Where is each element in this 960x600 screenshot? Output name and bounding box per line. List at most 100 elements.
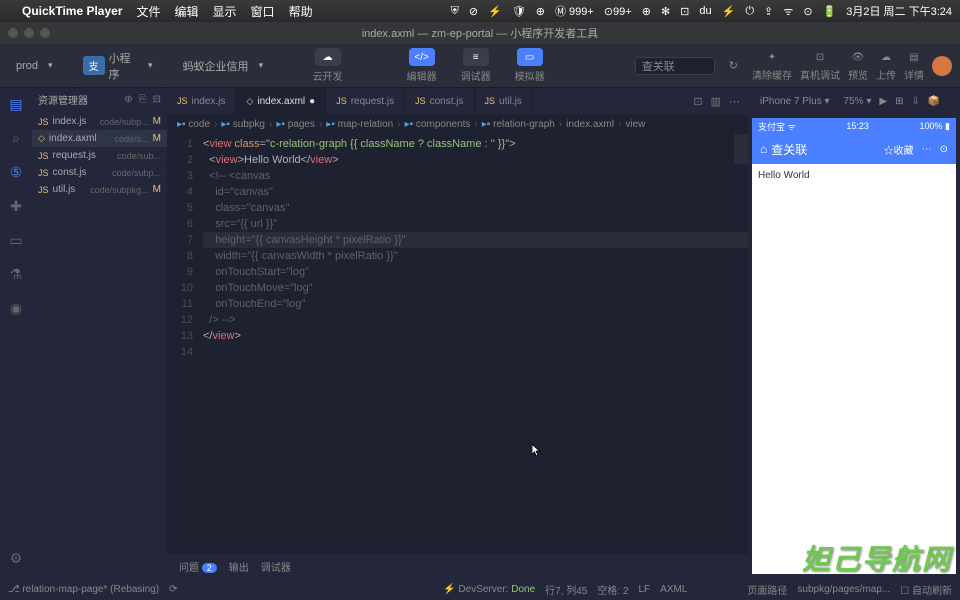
menubar-tray-icon[interactable]: ⚡ <box>722 5 736 18</box>
menu-help[interactable]: 帮助 <box>289 3 313 20</box>
file-item[interactable]: JSrequest.jscode/sub... <box>32 147 167 164</box>
menu-view[interactable]: 显示 <box>213 3 237 20</box>
breadcrumb-segment[interactable]: ▸▪ relation-graph <box>482 119 555 130</box>
debugger-mode-button[interactable]: ≡调试器 <box>451 44 501 87</box>
menubar-tray-icon[interactable]: ⏻ <box>745 5 754 18</box>
menubar-tray-icon[interactable]: ⊡ <box>680 5 689 18</box>
menubar-tray-icon[interactable]: ⊕ <box>536 5 545 18</box>
breadcrumb[interactable]: ▸▪ code›▸▪ subpkg›▸▪ pages›▸▪ map-relati… <box>167 114 748 134</box>
page-mode[interactable]: 页面路径 <box>747 582 787 597</box>
menubar-tray-icon[interactable]: ⚡ <box>488 5 502 18</box>
menubar-tray-icon[interactable]: ✻ <box>661 5 670 18</box>
menu-edit[interactable]: 编辑 <box>175 3 199 20</box>
menubar-tray-icon[interactable]: 🔋 <box>823 5 837 18</box>
folder-icon: ▸▪ <box>177 119 186 130</box>
menubar-tray-icon[interactable]: Ⓜ 999+ <box>555 3 594 19</box>
editor-tab[interactable]: JSutil.js <box>475 88 533 114</box>
close-icon[interactable]: ⊙ <box>940 144 948 155</box>
menu-window[interactable]: 窗口 <box>251 3 275 20</box>
storage-icon[interactable]: ▭ <box>6 230 26 250</box>
search-icon[interactable]: ⌕ <box>6 128 26 148</box>
lock-icon[interactable]: ⇩ <box>911 96 919 107</box>
menubar-app-name[interactable]: QuickTime Player <box>22 4 123 18</box>
eol-info[interactable]: LF <box>639 584 651 595</box>
split-icon[interactable]: ▥ <box>711 95 721 108</box>
remote-debug-button[interactable]: ⊡真机调试 <box>800 49 840 82</box>
menu-file[interactable]: 文件 <box>137 3 161 20</box>
source-control-icon[interactable]: ⑤ <box>6 162 26 182</box>
menubar-tray-icon[interactable]: ⊘ <box>469 5 478 18</box>
file-item[interactable]: ◇index.axmlcode/s...M <box>32 130 167 147</box>
output-tab[interactable]: 输出 <box>229 559 249 574</box>
clear-cache-button[interactable]: ✦清除缓存 <box>752 49 792 82</box>
project-dropdown[interactable]: 蚂蚁企业信用 <box>175 55 295 77</box>
problems-tab[interactable]: 问题 2 <box>179 559 217 574</box>
file-status: M <box>153 133 161 144</box>
breadcrumb-segment[interactable]: ▸▪ code <box>177 119 210 130</box>
breadcrumb-segment[interactable]: index.axml <box>566 119 614 130</box>
editor-tab[interactable]: JSconst.js <box>405 88 474 114</box>
device-dropdown[interactable]: iPhone 7 Plus ▾ <box>754 94 836 109</box>
file-item[interactable]: JSconst.jscode/subp... <box>32 164 167 181</box>
sync-status-icon[interactable]: ⟳ <box>169 584 177 595</box>
editor-tab[interactable]: ◇index.axml● <box>236 88 326 114</box>
sync-icon[interactable]: ◉ <box>6 298 26 318</box>
breadcrumb-segment[interactable]: ▸▪ map-relation <box>326 119 393 130</box>
menubar-tray-icon[interactable]: ᯤ <box>783 4 793 19</box>
preview-button[interactable]: 👁预览 <box>848 49 868 82</box>
language-mode[interactable]: AXML <box>660 584 687 595</box>
details-button[interactable]: ▤详情 <box>904 49 924 82</box>
menubar-tray-icon[interactable]: ⊙ <box>803 5 812 18</box>
menubar-tray-icon[interactable]: du <box>699 5 711 17</box>
code-editor[interactable]: 1234567891011121314 <view class="c-relat… <box>167 134 748 554</box>
breadcrumb-segment[interactable]: view <box>625 119 645 130</box>
more-icon[interactable]: ⋯ <box>922 144 932 155</box>
menubar-clock[interactable]: 3月2日 周二 下午3:24 <box>846 3 952 19</box>
copy-icon[interactable]: ⎘ <box>139 94 147 105</box>
gear-icon[interactable]: ⚙ <box>6 548 26 568</box>
editor-tab[interactable]: JSrequest.js <box>326 88 405 114</box>
zoom-dropdown[interactable]: 75% ▾ <box>844 96 872 107</box>
grid-icon[interactable]: ⊞ <box>895 96 903 107</box>
breadcrumb-segment[interactable]: ▸▪ components <box>405 119 471 130</box>
explorer-icon[interactable]: ▤ <box>6 94 26 114</box>
cursor-position[interactable]: 行7, 列45 <box>545 582 587 597</box>
upload-button[interactable]: ☁上传 <box>876 49 896 82</box>
editor-tab[interactable]: JSindex.js <box>167 88 236 114</box>
debug-console-tab[interactable]: 调试器 <box>261 559 291 574</box>
extensions-icon[interactable]: ✚ <box>6 196 26 216</box>
menubar-tray-icon[interactable]: ⊕ <box>642 5 651 18</box>
window-traffic-lights[interactable] <box>8 28 50 38</box>
file-item[interactable]: JSindex.jscode/subp...M <box>32 113 167 130</box>
breadcrumb-segment[interactable]: ▸▪ pages <box>276 119 315 130</box>
indent-info[interactable]: 空格: 2 <box>597 582 628 597</box>
file-item[interactable]: JSutil.jscode/subpkg...M <box>32 181 167 198</box>
select-icon[interactable]: ⊡ <box>693 95 702 108</box>
collapse-icon[interactable]: ⊟ <box>153 94 161 105</box>
menubar-tray-icon[interactable]: 🛡 <box>512 5 526 18</box>
package-icon[interactable]: 📦 <box>928 96 940 107</box>
home-icon[interactable]: ⌂ <box>760 142 767 156</box>
new-file-icon[interactable]: ⊕ <box>124 94 132 105</box>
simulator-mode-button[interactable]: ▭模拟器 <box>505 44 555 87</box>
avatar[interactable] <box>932 56 952 76</box>
menubar-tray-icon[interactable]: ⇪ <box>764 5 773 18</box>
lab-icon[interactable]: ⚗ <box>6 264 26 284</box>
favorite-button[interactable]: ☆收藏 <box>884 142 914 157</box>
simulator-screen[interactable]: 支付宝 ᯤ15:23100% ▮ ⌂查关联 ☆收藏⋯⊙ Hello World <box>752 118 956 574</box>
menubar-tray-icon[interactable]: ⊙99+ <box>604 5 632 18</box>
git-branch[interactable]: ⎇ relation-map-page* (Rebasing) <box>8 584 159 595</box>
more-icon[interactable]: ⋯ <box>729 95 740 108</box>
auto-refresh-toggle[interactable]: ☐ 自动刷新 <box>900 582 952 597</box>
breadcrumb-segment[interactable]: ▸▪ subpkg <box>221 119 265 130</box>
menubar-tray-icon[interactable]: ⛨ <box>451 5 459 18</box>
editor-mode-button[interactable]: </>编辑器 <box>397 44 447 87</box>
env-dropdown[interactable]: prod <box>8 57 67 75</box>
search-input[interactable] <box>635 57 715 75</box>
minimap[interactable] <box>734 134 748 164</box>
refresh-button[interactable]: ↻ <box>723 57 744 74</box>
app-type-dropdown[interactable]: 支小程序 <box>75 47 167 85</box>
cloud-dev-button[interactable]: ☁云开发 <box>303 44 353 87</box>
play-icon[interactable]: ▶ <box>879 96 887 107</box>
file-kind-icon: JS <box>38 185 49 195</box>
